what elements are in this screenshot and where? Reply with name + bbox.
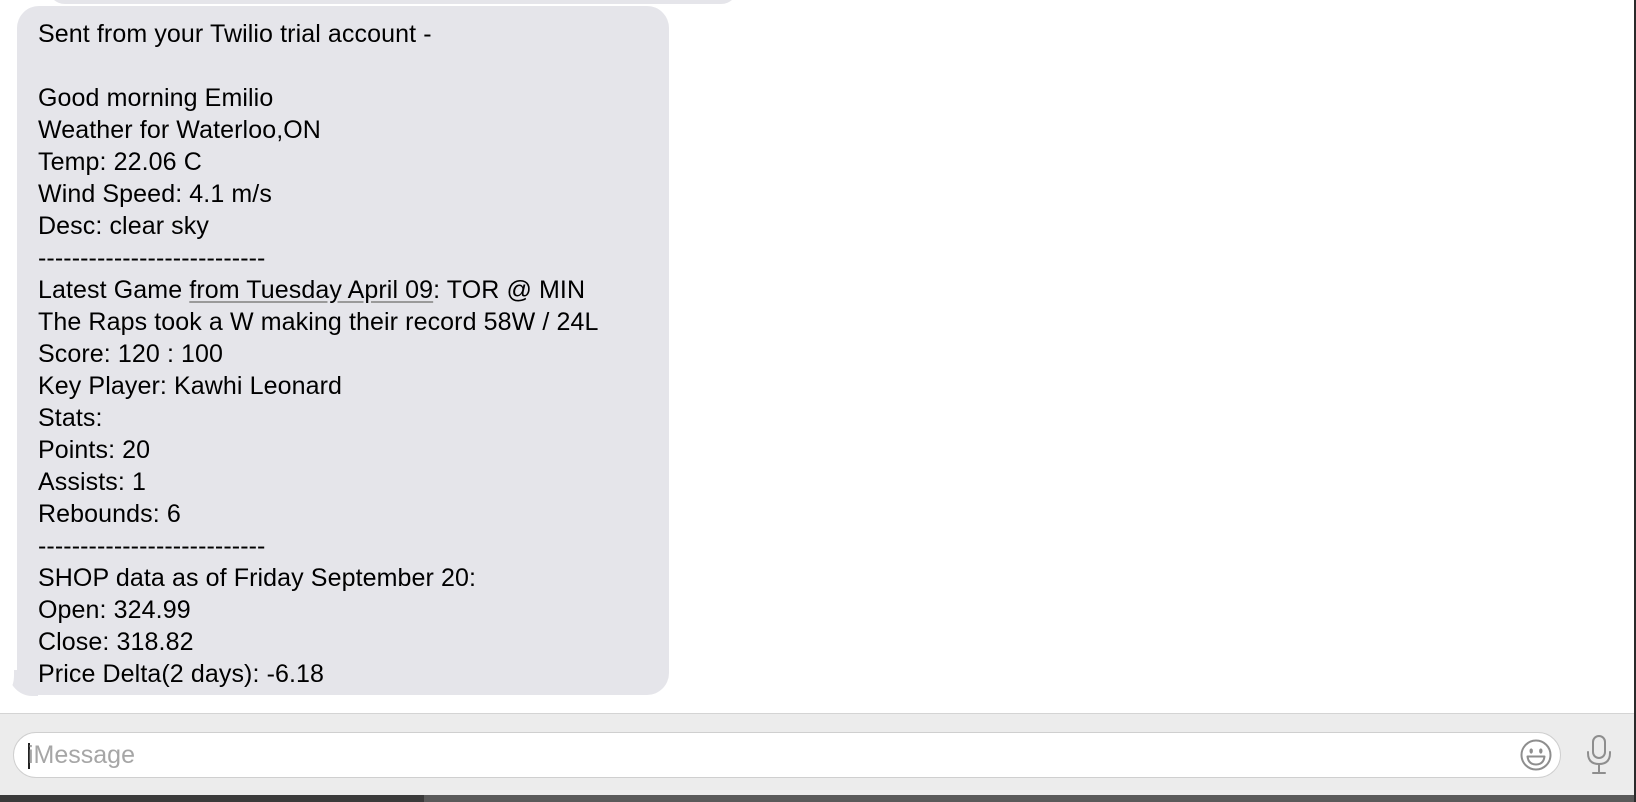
message-line-latest-game: Latest Game from Tuesday April 09: TOR @… [38, 274, 649, 306]
message-line: Good morning Emilio [38, 84, 274, 112]
compose-bar [0, 713, 1634, 795]
message-line: Stats: [38, 404, 103, 432]
message-line: Weather for Waterloo,ON [38, 116, 321, 144]
message-line: Close: 318.82 [38, 628, 194, 656]
message-line: Desc: clear sky [38, 212, 209, 240]
message-line: Open: 324.99 [38, 596, 191, 624]
message-line: Key Player: Kawhi Leonard [38, 372, 343, 400]
message-line: Sent from your Twilio trial account - [38, 20, 432, 48]
compose-field[interactable] [13, 732, 1561, 778]
message-line: Temp: 22.06 C [38, 148, 202, 176]
message-divider: --------------------------- [38, 532, 266, 560]
message-line-prefix: Latest Game [38, 276, 190, 304]
message-line: Score: 120 : 100 [38, 340, 224, 368]
previous-message-bubble[interactable] [48, 0, 738, 4]
received-message-bubble[interactable]: Sent from your Twilio trial account - Go… [17, 6, 669, 695]
imessage-input[interactable] [28, 733, 1498, 777]
message-line: Assists: 1 [38, 468, 146, 496]
message-transcript[interactable]: Sent from your Twilio trial account - Go… [0, 0, 1634, 713]
message-divider: --------------------------- [38, 244, 266, 272]
message-line: Wind Speed: 4.1 m/s [38, 180, 272, 208]
microphone-icon[interactable] [1584, 734, 1614, 776]
message-line: Points: 20 [38, 436, 151, 464]
message-line: The Raps took a W making their record 58… [38, 308, 599, 336]
message-line: Price Delta(2 days): -6.18 [38, 660, 325, 688]
emoji-smiley-icon[interactable] [1519, 738, 1553, 772]
date-detected-link[interactable]: from Tuesday April 09 [189, 276, 433, 304]
message-line: Rebounds: 6 [38, 500, 181, 528]
desktop-background-dark [0, 795, 424, 802]
message-line: SHOP data as of Friday September 20: [38, 564, 477, 592]
messages-window: Sent from your Twilio trial account - Go… [0, 0, 1634, 795]
message-line-suffix: : TOR @ MIN [433, 276, 586, 304]
